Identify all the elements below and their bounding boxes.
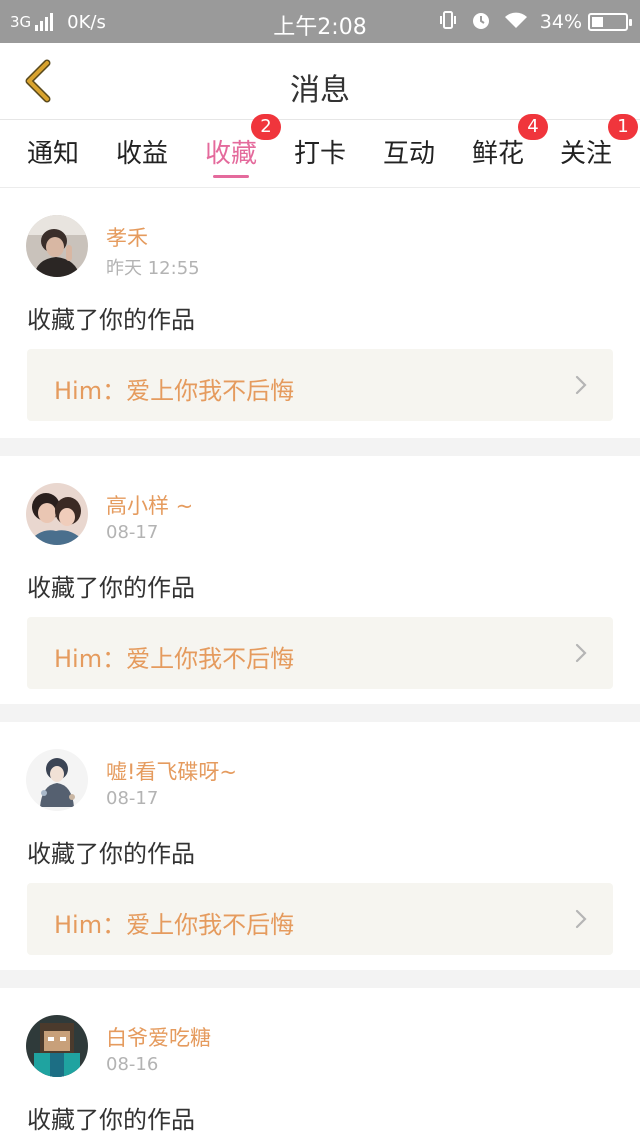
page-title: 消息 (290, 73, 350, 108)
tab-label: 鲜花 (471, 139, 524, 169)
tab-badge: 1 (608, 114, 638, 140)
vibrate-icon (438, 10, 458, 35)
username[interactable]: 孝禾 (106, 222, 148, 252)
username[interactable]: 白爷爱吃糖 (106, 1022, 211, 1052)
tab-notice[interactable]: 通知 (17, 120, 89, 188)
username[interactable]: 高小样 ~ (106, 490, 193, 520)
list-item: 白爷爱吃糖 08-16 收藏了你的作品 (0, 988, 640, 1138)
tab-label: 通知 (26, 139, 79, 169)
list-item: 嘘!看飞碟呀~ 08-17 收藏了你的作品 Him：爱上你我不后悔 (0, 722, 640, 970)
chevron-right-icon (575, 375, 587, 395)
avatar[interactable] (26, 215, 88, 277)
tab-label: 互动 (382, 139, 435, 169)
chevron-right-icon (575, 909, 587, 929)
timestamp: 08-17 (106, 522, 159, 543)
tab-interaction[interactable]: 互动 (373, 120, 445, 188)
status-right: 34% (426, 9, 632, 36)
list-item: 孝禾 昨天 12:55 收藏了你的作品 Him：爱上你我不后悔 (0, 188, 640, 438)
tab-bar: 通知 收益 收藏 2 打卡 互动 鲜花 4 关注 1 (0, 114, 640, 188)
work-title: Him：爱上你我不后悔 (54, 377, 295, 405)
action-text: 收藏了你的作品 (27, 1106, 195, 1134)
alarm-icon (470, 9, 492, 36)
work-link[interactable]: Him：爱上你我不后悔 (27, 883, 613, 955)
work-link[interactable]: Him：爱上你我不后悔 (27, 617, 613, 689)
tab-label: 收藏 (204, 139, 257, 169)
tab-flowers[interactable]: 鲜花 4 (462, 114, 548, 188)
chevron-right-icon (575, 643, 587, 663)
tab-favorites[interactable]: 收藏 2 (195, 114, 281, 188)
timestamp: 08-17 (106, 788, 159, 809)
active-tab-indicator (213, 175, 249, 178)
avatar[interactable] (26, 1015, 88, 1077)
battery-percent: 34% (539, 11, 582, 33)
username[interactable]: 嘘!看飞碟呀~ (106, 756, 237, 786)
action-text: 收藏了你的作品 (27, 306, 195, 334)
avatar[interactable] (26, 483, 88, 545)
work-title: Him：爱上你我不后悔 (54, 911, 295, 939)
wifi-icon (504, 10, 528, 35)
tab-badge: 4 (518, 114, 548, 140)
action-text: 收藏了你的作品 (27, 840, 195, 868)
action-text: 收藏了你的作品 (27, 574, 195, 602)
tab-earnings[interactable]: 收益 (106, 120, 178, 188)
battery-icon (588, 13, 632, 31)
tab-follow[interactable]: 关注 1 (550, 114, 638, 188)
tab-badge: 2 (251, 114, 281, 140)
tab-label: 关注 (559, 139, 612, 169)
timestamp: 昨天 12:55 (106, 258, 200, 279)
status-bar: 3G 0K/s 上午2:08 34% (0, 0, 640, 43)
tab-label: 打卡 (293, 139, 346, 169)
work-link[interactable]: Him：爱上你我不后悔 (27, 349, 613, 421)
list-item: 高小样 ~ 08-17 收藏了你的作品 Him：爱上你我不后悔 (0, 456, 640, 704)
tab-checkin[interactable]: 打卡 (284, 120, 356, 188)
work-title: Him：爱上你我不后悔 (54, 645, 295, 673)
avatar[interactable] (26, 749, 88, 811)
tab-label: 收益 (115, 139, 168, 169)
timestamp: 08-16 (106, 1054, 159, 1075)
header: 消息 (0, 43, 640, 120)
